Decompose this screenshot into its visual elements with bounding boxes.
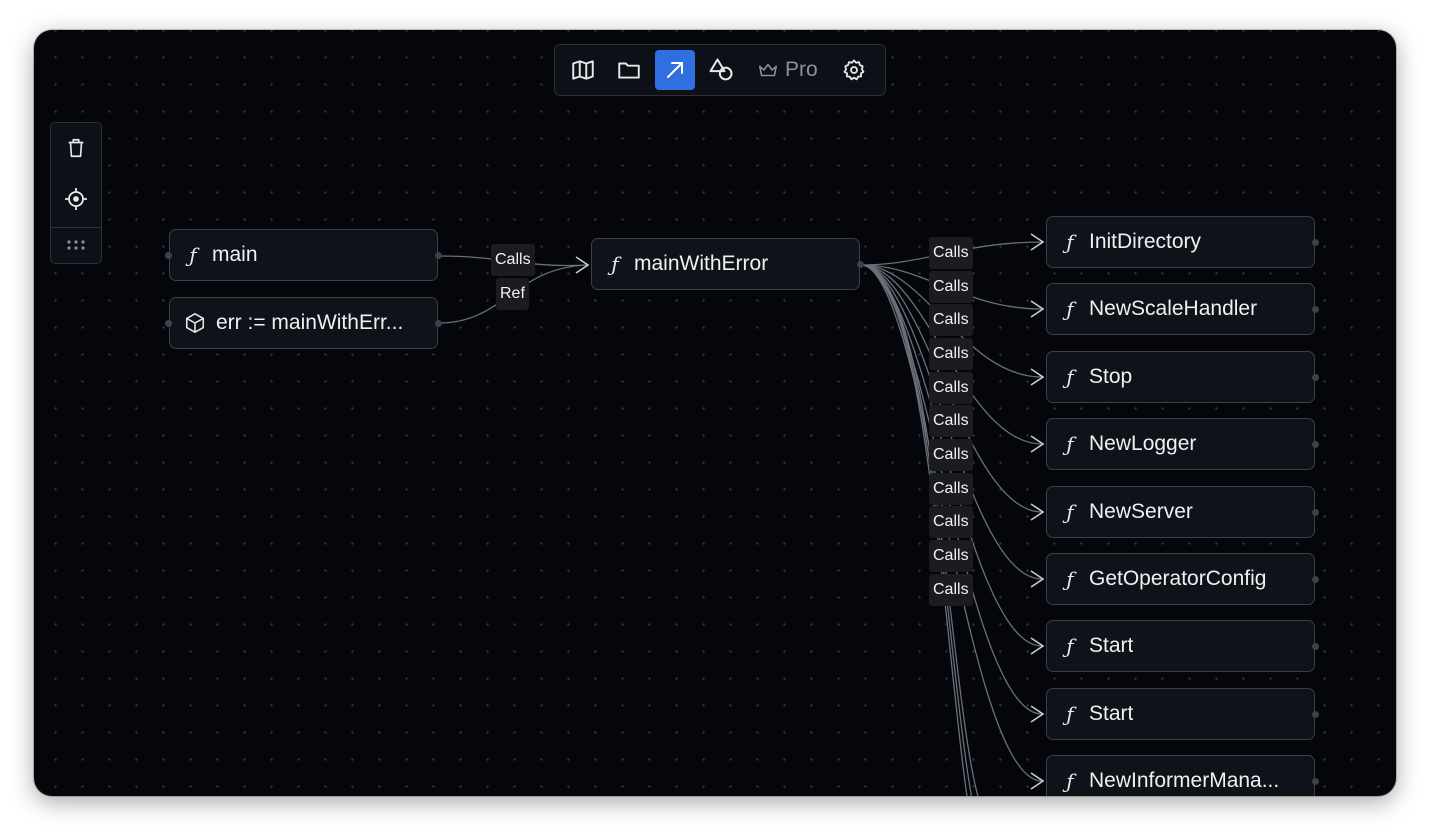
edge-label-calls[interactable]: Calls: [929, 304, 973, 336]
node-label: NewLogger: [1089, 432, 1197, 455]
trash-icon: [68, 139, 84, 158]
node-label: err := mainWithErr...: [216, 311, 404, 334]
node-target[interactable]: ƒ Start: [1046, 620, 1315, 672]
node-handle[interactable]: [1312, 441, 1319, 448]
function-icon: ƒ: [1066, 702, 1074, 726]
top-toolbar: Pro: [554, 44, 886, 96]
node-handle[interactable]: [1312, 576, 1319, 583]
edge-label-calls[interactable]: Calls: [929, 372, 973, 404]
node-target[interactable]: ƒ Stop: [1046, 351, 1315, 403]
node-handle[interactable]: [1312, 509, 1319, 516]
function-icon: ƒ: [1066, 769, 1074, 793]
node-main[interactable]: ƒ main: [169, 229, 438, 281]
node-label: Start: [1089, 634, 1134, 657]
cube-icon: [185, 313, 205, 333]
edge-arrowhead: [1030, 300, 1045, 318]
settings-button[interactable]: [834, 50, 874, 90]
edge-label-calls[interactable]: Calls: [929, 405, 973, 437]
folder-icon: [618, 62, 640, 79]
node-target[interactable]: ƒ NewLogger: [1046, 418, 1315, 470]
node-label: main: [212, 243, 258, 266]
folder-button[interactable]: [609, 50, 649, 90]
edge-label-calls[interactable]: Calls: [491, 244, 535, 276]
edge-label-calls[interactable]: Calls: [929, 506, 973, 538]
drag-grip[interactable]: [51, 226, 101, 263]
node-label: NewServer: [1089, 500, 1193, 523]
node-label: InitDirectory: [1089, 230, 1202, 253]
node-handle[interactable]: [165, 252, 172, 259]
edge-arrowhead: [1030, 705, 1045, 723]
node-handle[interactable]: [435, 252, 442, 259]
edge-arrowhead: [1030, 772, 1045, 790]
edge-label-calls[interactable]: Calls: [929, 574, 973, 606]
edge-layer: [438, 233, 1045, 796]
node-err-assignment[interactable]: err := mainWithErr...: [169, 297, 438, 349]
node-mainWithError[interactable]: ƒ mainWithError: [591, 238, 860, 290]
map-button[interactable]: [563, 50, 603, 90]
node-handle[interactable]: [1312, 778, 1319, 785]
function-icon: ƒ: [189, 243, 197, 267]
shapes-button[interactable]: [701, 50, 741, 90]
node-handle[interactable]: [1312, 306, 1319, 313]
node-handle[interactable]: [857, 261, 864, 268]
function-icon: ƒ: [1066, 567, 1074, 591]
node-target[interactable]: ƒ NewInformerMana...: [1046, 755, 1315, 796]
node-label: Start: [1089, 702, 1134, 725]
node-target[interactable]: ƒ NewServer: [1046, 486, 1315, 538]
delete-button[interactable]: [51, 123, 101, 174]
edge-label-calls[interactable]: Calls: [929, 237, 973, 269]
pro-button[interactable]: Pro: [747, 50, 828, 90]
edge-arrowhead: [1030, 233, 1045, 251]
node-label: Stop: [1089, 365, 1133, 388]
function-icon: ƒ: [611, 252, 619, 276]
edge-arrowhead: [1030, 368, 1045, 386]
pro-label: Pro: [785, 58, 818, 81]
node-target[interactable]: ƒ InitDirectory: [1046, 216, 1315, 268]
edge-label-calls[interactable]: Calls: [929, 439, 973, 471]
arrow-up-right-icon: [667, 62, 683, 78]
side-panel: [50, 122, 102, 264]
grip-icon: [67, 240, 85, 250]
node-label: NewScaleHandler: [1089, 297, 1258, 320]
node-handle[interactable]: [1312, 374, 1319, 381]
edge-arrowhead: [1030, 503, 1045, 521]
edge-label-calls[interactable]: Calls: [929, 338, 973, 370]
focus-button[interactable]: [51, 174, 101, 225]
edge-arrowhead: [1030, 435, 1045, 453]
function-icon: ƒ: [1066, 432, 1074, 456]
edge-arrowhead: [1030, 637, 1045, 655]
node-handle[interactable]: [1312, 239, 1319, 246]
node-handle[interactable]: [435, 320, 442, 327]
gear-icon: [843, 59, 865, 81]
arrow-button[interactable]: [655, 50, 695, 90]
crosshair-icon: [65, 188, 87, 211]
node-handle[interactable]: [1312, 711, 1319, 718]
edge-label-calls[interactable]: Calls: [929, 271, 973, 303]
function-icon: ƒ: [1066, 365, 1074, 389]
node-label: GetOperatorConfig: [1089, 567, 1267, 590]
edge-label-ref[interactable]: Ref: [496, 278, 529, 310]
edge-label-calls[interactable]: Calls: [929, 473, 973, 505]
graph-canvas[interactable]: Pro ƒ main err := mainWithErr... ƒ mainW…: [34, 30, 1396, 796]
edge-arrowhead: [575, 256, 590, 274]
node-target[interactable]: ƒ GetOperatorConfig: [1046, 553, 1315, 605]
node-label: NewInformerMana...: [1089, 769, 1280, 792]
shapes-icon: [709, 58, 733, 81]
function-icon: ƒ: [1066, 297, 1074, 321]
map-icon: [572, 60, 594, 80]
node-target[interactable]: ƒ Start: [1046, 688, 1315, 740]
crown-icon: [758, 63, 778, 77]
function-icon: ƒ: [1066, 230, 1074, 254]
node-handle[interactable]: [165, 320, 172, 327]
node-label: mainWithError: [634, 252, 769, 275]
edge-label-calls[interactable]: Calls: [929, 540, 973, 572]
edge-arrowhead: [1030, 570, 1045, 588]
function-icon: ƒ: [1066, 500, 1074, 524]
node-target[interactable]: ƒ NewScaleHandler: [1046, 283, 1315, 335]
node-handle[interactable]: [1312, 643, 1319, 650]
function-icon: ƒ: [1066, 634, 1074, 658]
